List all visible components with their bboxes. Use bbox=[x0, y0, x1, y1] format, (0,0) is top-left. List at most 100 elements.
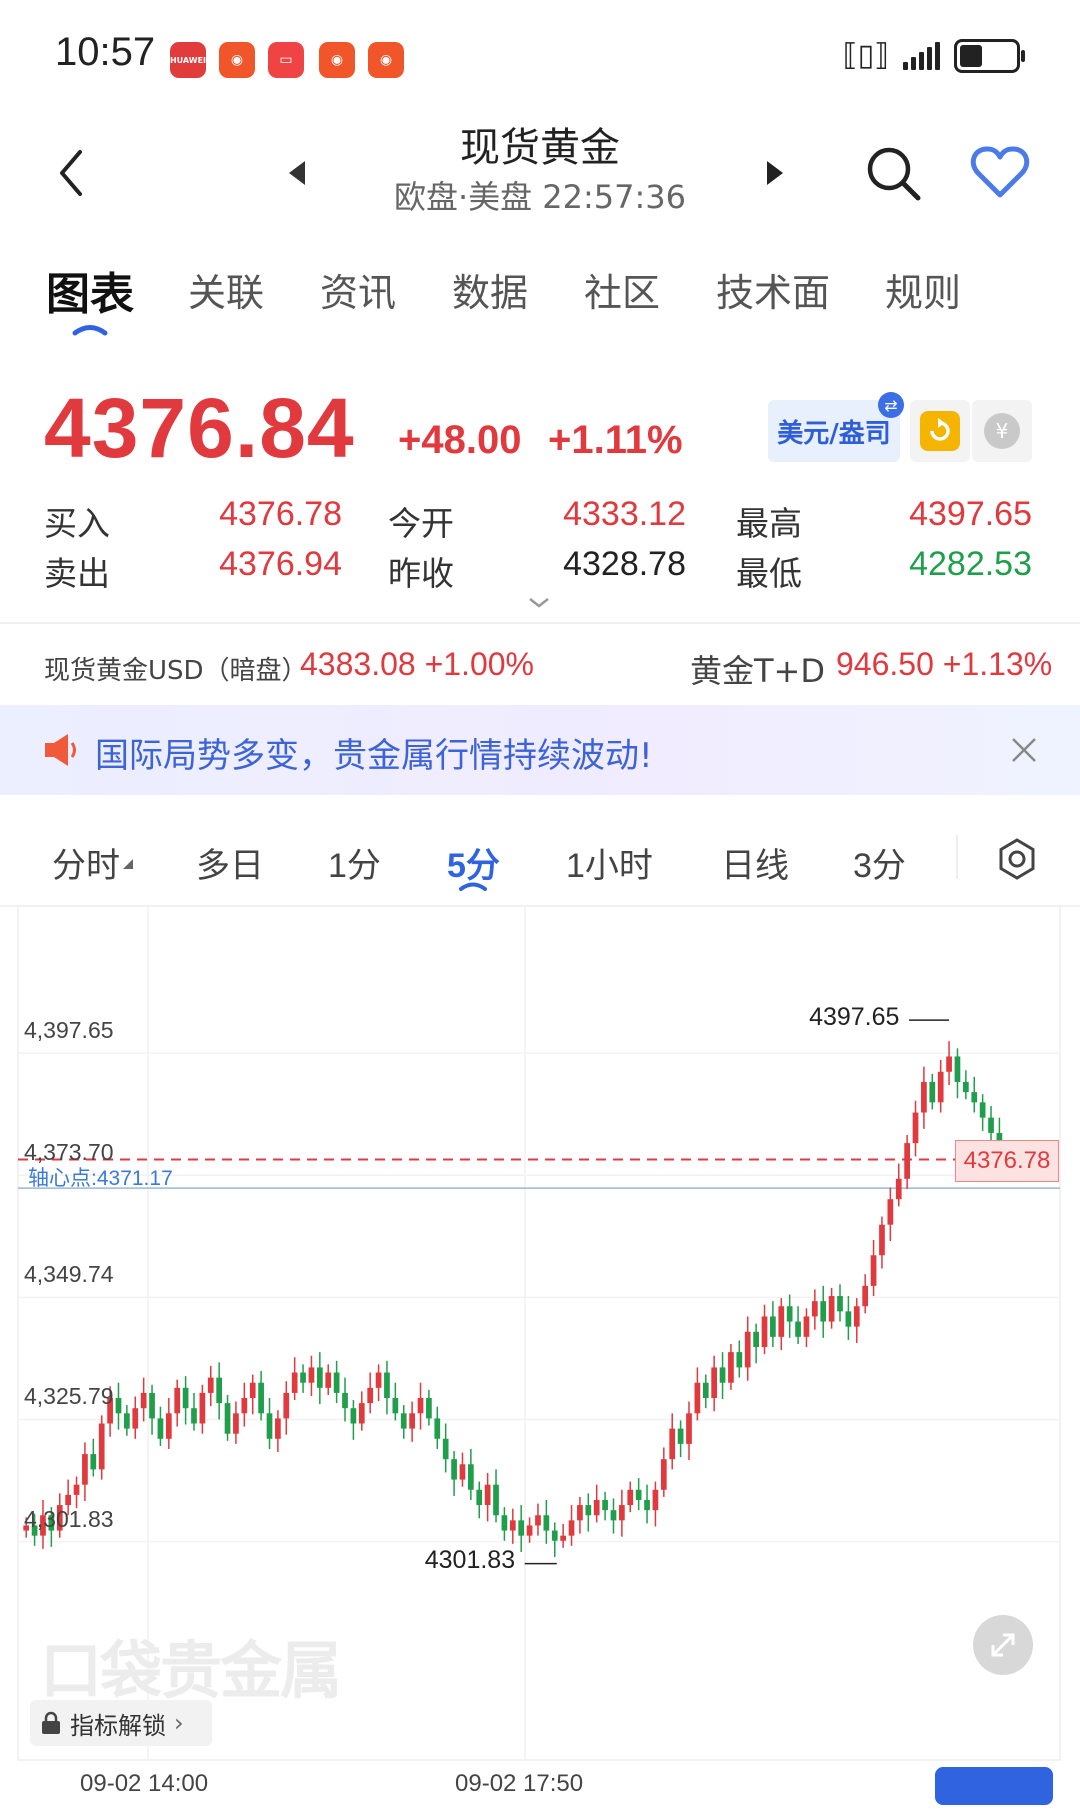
candle bbox=[124, 1413, 130, 1429]
candle bbox=[233, 1413, 239, 1434]
battery-icon bbox=[954, 38, 1025, 73]
period-tab-multiday[interactable]: 多日 bbox=[196, 838, 264, 887]
speaker-icon bbox=[45, 734, 76, 766]
candle bbox=[610, 1510, 617, 1521]
candle bbox=[904, 1143, 910, 1179]
candle bbox=[677, 1428, 684, 1444]
swap-icon[interactable]: ⇄ bbox=[878, 392, 904, 418]
refresh-button[interactable] bbox=[910, 400, 970, 462]
expand-chevron-icon[interactable] bbox=[527, 596, 551, 610]
candle bbox=[434, 1418, 441, 1439]
tab-community[interactable]: 社区 bbox=[584, 262, 660, 317]
signal-icon bbox=[903, 41, 940, 70]
candle bbox=[384, 1372, 390, 1399]
candle bbox=[174, 1387, 181, 1414]
candle bbox=[417, 1398, 424, 1414]
candle bbox=[862, 1285, 869, 1307]
current-price-tag: 4376.78 bbox=[955, 1139, 1059, 1182]
related-dark-label[interactable]: 现货黄金USD（暗盘） bbox=[44, 650, 308, 687]
huawei-app-icon: HUAWEI bbox=[170, 42, 206, 78]
candle bbox=[98, 1423, 105, 1470]
candle bbox=[535, 1515, 541, 1526]
candle bbox=[963, 1081, 969, 1093]
candle bbox=[585, 1505, 592, 1516]
candle bbox=[191, 1408, 197, 1424]
candle bbox=[291, 1372, 298, 1393]
tab-news[interactable]: 资讯 bbox=[320, 262, 396, 317]
status-time: 10:57 bbox=[55, 30, 156, 74]
period-tab-daily[interactable]: 日线 bbox=[721, 838, 789, 887]
candle bbox=[988, 1117, 994, 1133]
period-tab-1hour[interactable]: 1小时 bbox=[566, 838, 653, 887]
search-icon[interactable] bbox=[865, 145, 923, 203]
candle bbox=[484, 1484, 491, 1506]
candle bbox=[660, 1459, 667, 1490]
period-tab-1min[interactable]: 1分 bbox=[328, 838, 381, 887]
high-label: 最高 bbox=[736, 504, 802, 543]
candle bbox=[820, 1301, 827, 1322]
ask-label: 卖出 bbox=[44, 554, 110, 593]
close-icon[interactable] bbox=[1010, 736, 1038, 764]
candle bbox=[199, 1392, 206, 1424]
candle bbox=[400, 1413, 407, 1429]
y-tick-label: 4,397.65 bbox=[24, 1017, 114, 1044]
candle bbox=[392, 1398, 399, 1414]
last-price: 4376.84 bbox=[44, 381, 355, 475]
low-value: 4282.53 bbox=[909, 545, 1032, 583]
tab-related[interactable]: 关联 bbox=[188, 262, 264, 317]
candle bbox=[753, 1331, 759, 1348]
candle bbox=[669, 1428, 676, 1460]
candle bbox=[912, 1112, 919, 1144]
price-change: +48.00 bbox=[398, 418, 522, 462]
divider bbox=[0, 622, 1080, 624]
y-tick-label: 4,325.79 bbox=[24, 1383, 114, 1410]
tab-chart[interactable]: 图表 bbox=[46, 258, 134, 322]
low-annotation: 4301.83 bbox=[424, 1545, 516, 1574]
candle bbox=[543, 1515, 550, 1531]
open-value: 4333.12 bbox=[563, 495, 686, 533]
candle bbox=[887, 1199, 894, 1225]
related-dark-value[interactable]: 4383.08 +1.00% bbox=[300, 646, 534, 683]
lock-icon bbox=[42, 1711, 60, 1734]
candle bbox=[140, 1392, 147, 1409]
candle bbox=[568, 1520, 575, 1536]
next-symbol-icon[interactable] bbox=[765, 158, 787, 188]
active-period-indicator bbox=[459, 882, 487, 891]
currency-convert-button[interactable]: ¥ bbox=[972, 400, 1032, 462]
candle bbox=[132, 1408, 139, 1429]
favorite-heart-icon[interactable] bbox=[970, 145, 1030, 200]
tab-data[interactable]: 数据 bbox=[452, 262, 528, 317]
price-change-pct: +1.11% bbox=[548, 418, 683, 462]
candle bbox=[90, 1454, 97, 1470]
candle bbox=[367, 1387, 374, 1404]
candle bbox=[811, 1301, 818, 1317]
candle bbox=[468, 1464, 474, 1490]
bid-label: 买入 bbox=[44, 504, 110, 543]
period-tab-3min[interactable]: 3分 bbox=[853, 838, 906, 887]
related-td-value[interactable]: 946.50 +1.13% bbox=[836, 646, 1052, 683]
candle bbox=[937, 1071, 944, 1103]
candle bbox=[73, 1484, 80, 1495]
tab-rules[interactable]: 规则 bbox=[885, 262, 961, 317]
candle bbox=[300, 1372, 306, 1383]
period-tab-intraday[interactable]: 分时 bbox=[52, 838, 120, 887]
candle bbox=[409, 1413, 415, 1429]
app-notification-icon: ◉ bbox=[319, 42, 355, 78]
tab-technical[interactable]: 技术面 bbox=[716, 262, 830, 317]
candle bbox=[577, 1505, 583, 1521]
candle bbox=[686, 1413, 692, 1444]
vibrate-icon: ⟦▯⟧ bbox=[842, 38, 889, 73]
candle bbox=[652, 1489, 659, 1511]
candle bbox=[325, 1372, 332, 1388]
pivot-point-label: 轴心点:4371.17 bbox=[28, 1167, 173, 1191]
navigation-handle[interactable] bbox=[935, 1767, 1053, 1805]
low-label: 最低 bbox=[736, 554, 802, 593]
app-notification-icon: ◉ bbox=[219, 42, 255, 78]
candle bbox=[954, 1056, 961, 1082]
fullscreen-button[interactable] bbox=[973, 1615, 1033, 1675]
chart-settings-icon[interactable] bbox=[995, 837, 1039, 881]
x-tick-label: 09-02 14:00 bbox=[80, 1770, 209, 1797]
unlock-indicators-button[interactable]: 指标解锁 › bbox=[30, 1700, 212, 1746]
related-td-label[interactable]: 黄金T+D bbox=[690, 646, 825, 692]
candle bbox=[719, 1367, 726, 1383]
